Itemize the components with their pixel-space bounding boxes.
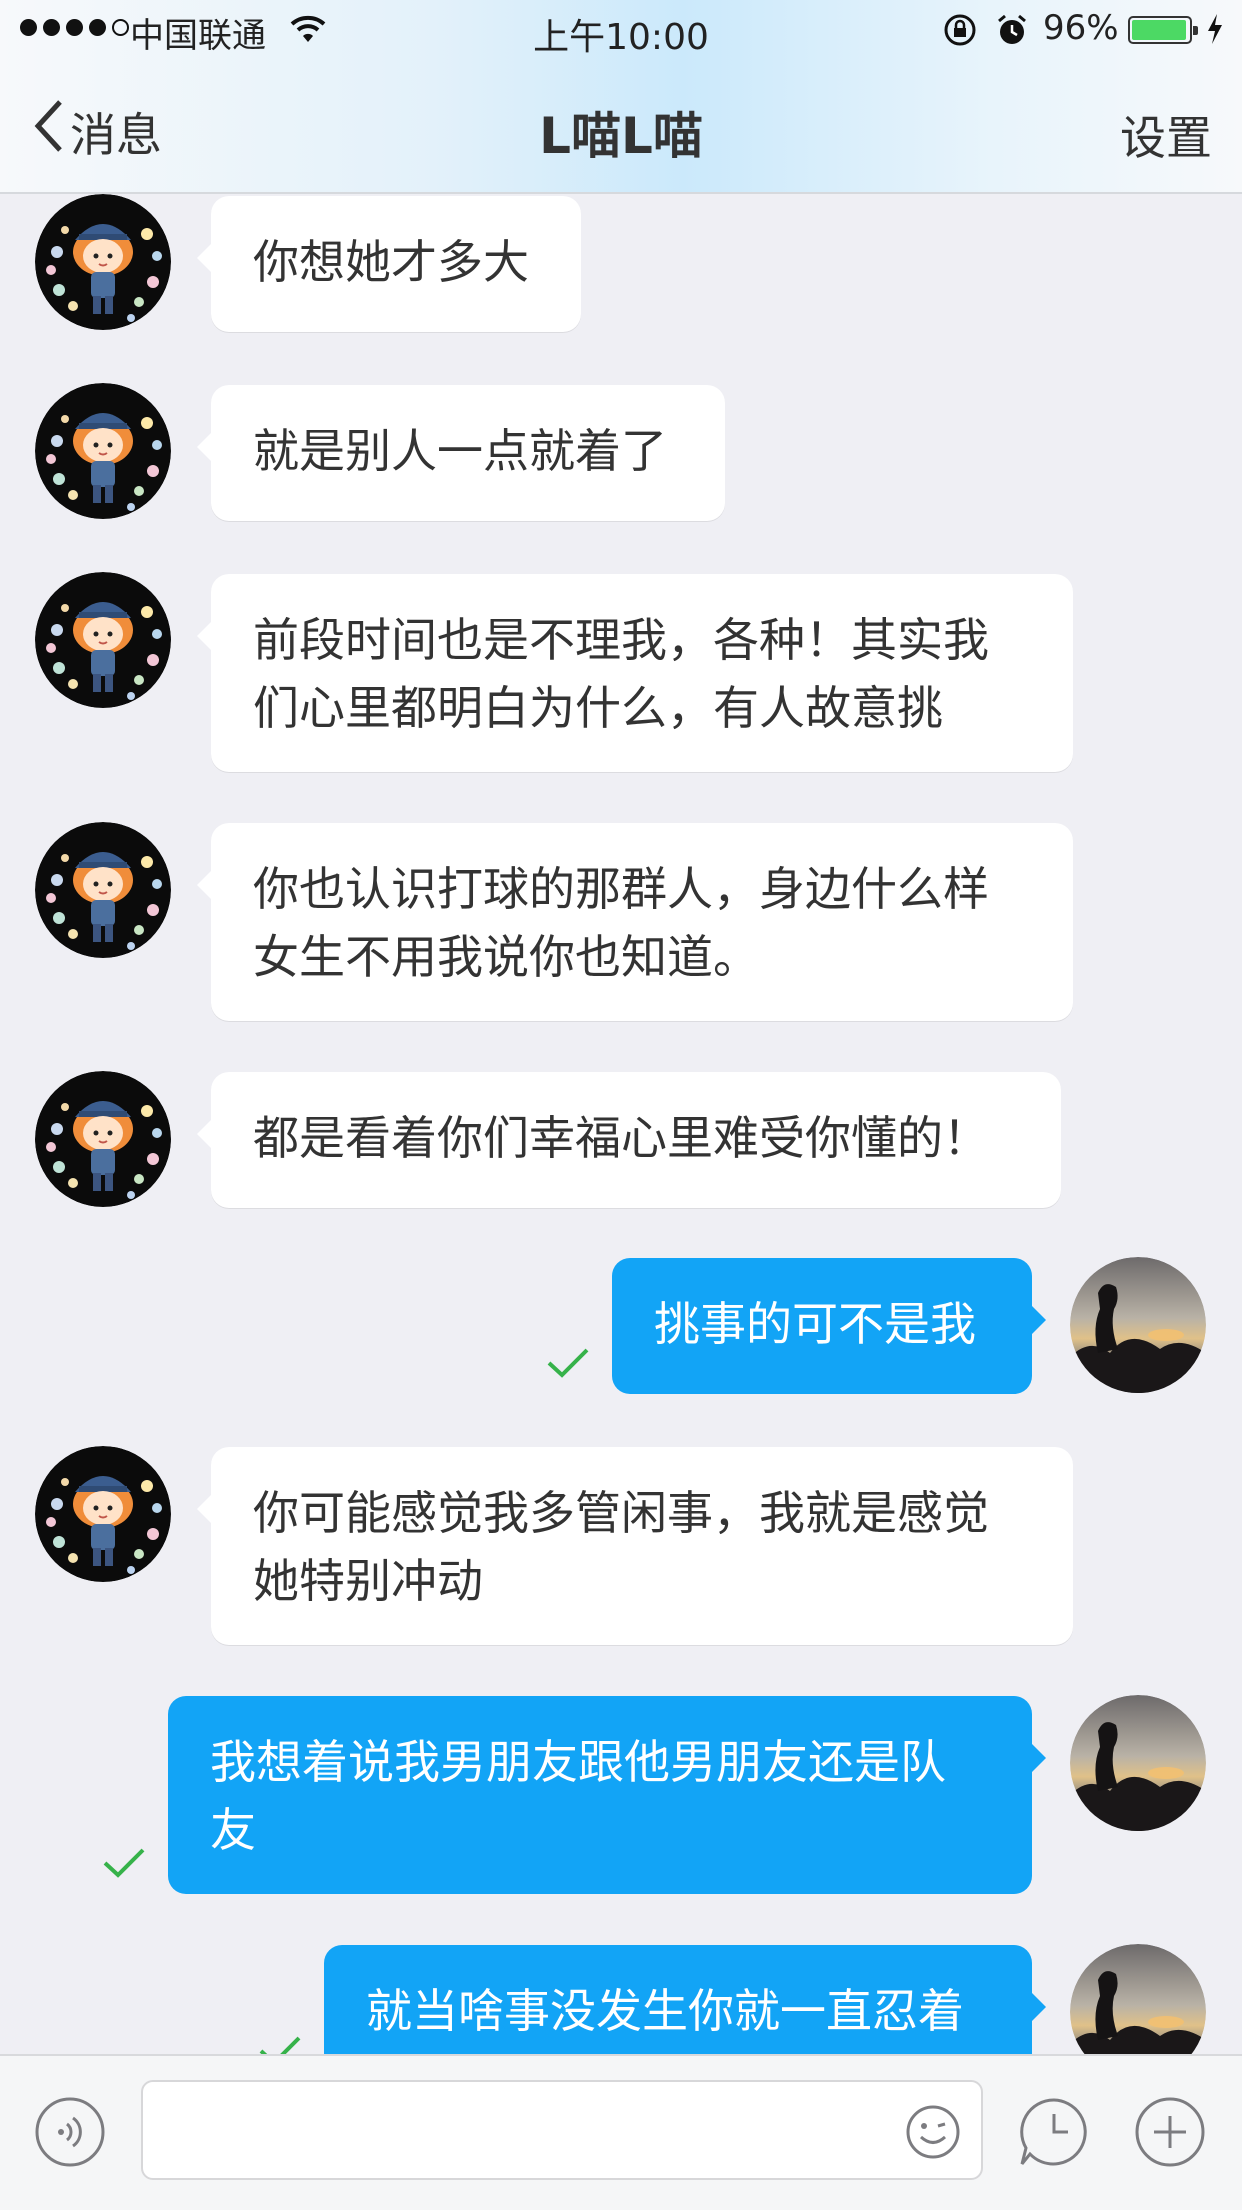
contact-avatar[interactable]	[35, 194, 171, 330]
message-bubble[interactable]: 你想她才多大	[197, 196, 581, 332]
battery-percent: 96%	[1043, 8, 1119, 48]
message-bubble[interactable]: 就当啥事没发生你就一直忍着	[324, 1945, 1046, 2054]
rotation-lock-icon	[942, 12, 978, 57]
contact-avatar[interactable]	[35, 1446, 171, 1582]
message-bubble[interactable]: 挑事的可不是我	[612, 1258, 1046, 1394]
read-check-icon	[103, 1848, 145, 1878]
read-check-icon	[259, 2036, 301, 2054]
message-bubble[interactable]: 都是看着你们幸福心里难受你懂的！	[197, 1072, 1061, 1208]
alarm-icon	[994, 12, 1030, 57]
user-avatar[interactable]	[1070, 1944, 1206, 2054]
charging-icon	[1205, 12, 1225, 55]
message-bubble[interactable]: 我想着说我男朋友跟他男朋友还是队友	[168, 1696, 1046, 1894]
read-check-icon	[547, 1348, 589, 1378]
plus-icon[interactable]	[1134, 2096, 1206, 2168]
battery-icon	[1128, 16, 1198, 44]
clock-icon[interactable]	[1016, 2094, 1092, 2170]
contact-avatar[interactable]	[35, 1071, 171, 1207]
message-list[interactable]: 你想她才多大 就是别人一点就着了 前段时间也是不理我，各种！其实我们心里都明白为…	[0, 194, 1242, 2054]
contact-avatar[interactable]	[35, 383, 171, 519]
chat-title: L喵L喵	[539, 107, 703, 165]
message-bubble[interactable]: 就是别人一点就着了	[197, 385, 725, 521]
message-bubble[interactable]: 前段时间也是不理我，各种！其实我们心里都明白为什么，有人故意挑	[197, 574, 1073, 772]
user-avatar[interactable]	[1070, 1257, 1206, 1393]
contact-avatar[interactable]	[35, 822, 171, 958]
status-bar: 中国联通 上午10:00 96%	[0, 0, 1242, 60]
user-avatar[interactable]	[1070, 1695, 1206, 1831]
emoji-icon[interactable]	[905, 2104, 961, 2160]
input-bar	[0, 2054, 1242, 2210]
message-input[interactable]	[141, 2080, 983, 2180]
contact-avatar[interactable]	[35, 572, 171, 708]
voice-icon[interactable]	[34, 2096, 106, 2168]
message-bubble[interactable]: 你也认识打球的那群人，身边什么样女生不用我说你也知道。	[197, 823, 1073, 1021]
message-bubble[interactable]: 你可能感觉我多管闲事，我就是感觉她特别冲动	[197, 1447, 1073, 1645]
settings-button[interactable]: 设置	[1120, 102, 1212, 168]
header: 中国联通 上午10:00 96% 消息 L喵L喵 设置	[0, 0, 1242, 194]
